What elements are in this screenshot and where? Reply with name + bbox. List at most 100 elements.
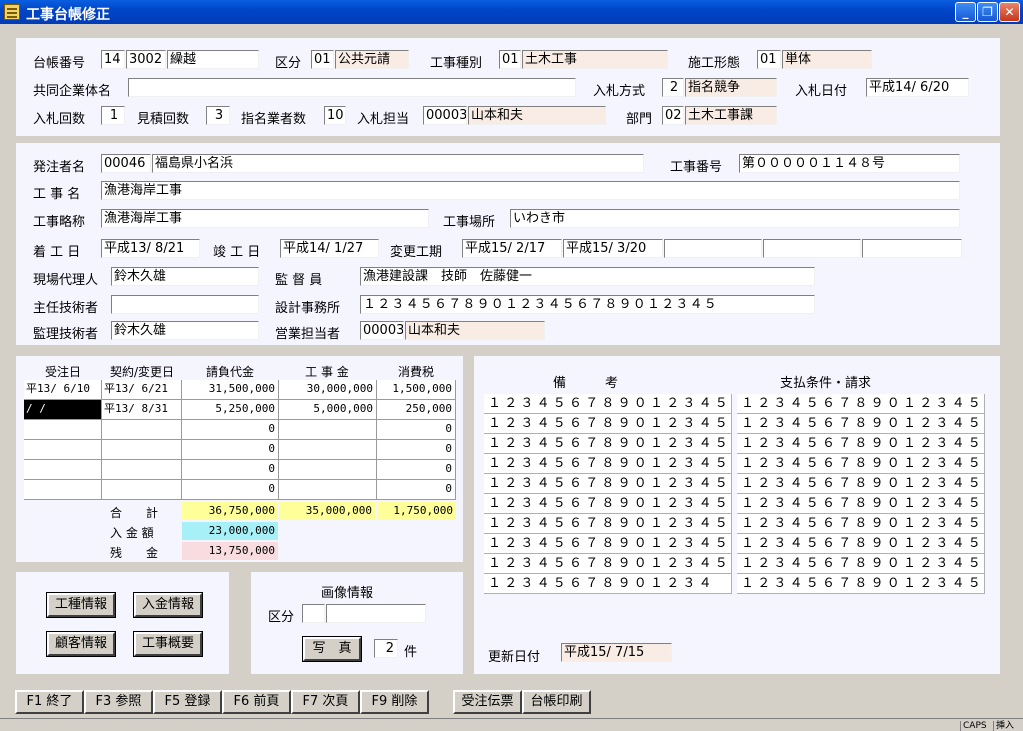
tax-cell[interactable]: 1,500,000 — [377, 380, 456, 400]
f1-exit-button[interactable]: F1 終了 — [15, 690, 84, 714]
nyusatsu-kaisu-field[interactable]: 1 — [101, 106, 125, 125]
nyusatsu-date-field[interactable]: 平成14/ 6/20 — [866, 78, 969, 97]
shiharai-line[interactable]: １２３４５６７８９０１２３４５ — [737, 474, 985, 494]
f5-register-button[interactable]: F5 登録 — [153, 690, 222, 714]
biko-line[interactable]: １２３４５６７８９０１２３４５ — [484, 534, 732, 554]
koji-no-field[interactable]: 第０００００１１４８号 — [739, 154, 960, 173]
tanto-code-field[interactable]: 00003 — [423, 106, 467, 125]
image-kubun-name-field[interactable] — [326, 604, 426, 623]
keiyaku-date-cell[interactable]: 平13/ 8/31 — [102, 400, 182, 420]
juchu-date-cell[interactable] — [24, 460, 102, 480]
shiharai-line[interactable]: １２３４５６７８９０１２３４５ — [737, 574, 985, 594]
daicho-no2-field[interactable]: 3002 — [126, 50, 166, 69]
eigyo-code-field[interactable]: 00003 — [360, 321, 404, 340]
ukeoi-cell[interactable]: 0 — [182, 460, 279, 480]
nyukin-info-button[interactable]: 入金情報 — [134, 593, 202, 617]
ukeoi-cell[interactable]: 31,500,000 — [182, 380, 279, 400]
daicho-name-field[interactable]: 繰越 — [167, 50, 259, 69]
juchu-date-cell[interactable] — [24, 480, 102, 500]
sekou-code-field[interactable]: 01 — [757, 50, 781, 69]
shiharai-line[interactable]: １２３４５６７８９０１２３４５ — [737, 514, 985, 534]
henko1-field[interactable]: 平成15/ 2/17 — [462, 239, 562, 258]
juchu-date-cell[interactable]: 平13/ 6/10 — [24, 380, 102, 400]
shiharai-line[interactable]: １２３４５６７８９０１２３４５ — [737, 554, 985, 574]
hacchu-code-field[interactable]: 00046 — [101, 154, 151, 173]
ryaku-field[interactable]: 漁港海岸工事 — [101, 209, 429, 228]
biko-line[interactable]: １２３４５６７８９０１２３４５ — [484, 394, 732, 414]
daicho-print-button[interactable]: 台帳印刷 — [522, 690, 591, 714]
henko3-field[interactable] — [664, 239, 762, 258]
shunko-field[interactable]: 平成14/ 1/27 — [280, 239, 379, 258]
keiyaku-date-cell[interactable]: 平13/ 6/21 — [102, 380, 182, 400]
daicho-no1-field[interactable]: 14 — [101, 50, 125, 69]
juchu-denpyo-button[interactable]: 受注伝票 — [453, 690, 522, 714]
shunin-field[interactable] — [111, 295, 259, 314]
ukeoi-cell[interactable]: 0 — [182, 480, 279, 500]
ukeoi-cell[interactable]: 5,250,000 — [182, 400, 279, 420]
koji-cell[interactable]: 5,000,000 — [279, 400, 377, 420]
ukeoi-cell[interactable]: 0 — [182, 440, 279, 460]
biko-line[interactable]: １２３４５６７８９０１２３４５ — [484, 514, 732, 534]
biko-line[interactable]: １２３４５６７８９０１２３４５ — [484, 434, 732, 454]
shiharai-line[interactable]: １２３４５６７８９０１２３４５ — [737, 534, 985, 554]
genba-field[interactable]: 鈴木久雄 — [111, 267, 259, 286]
kubun-code-field[interactable]: 01 — [311, 50, 334, 69]
kokyaku-info-button[interactable]: 顧客情報 — [47, 632, 115, 656]
keiyaku-date-cell[interactable] — [102, 480, 182, 500]
ukeoi-cell[interactable]: 0 — [182, 420, 279, 440]
gaiyo-button[interactable]: 工事概要 — [134, 632, 202, 656]
biko-line[interactable]: １２３４５６７８９０１２３４５ — [484, 494, 732, 514]
f7-next-button[interactable]: F7 次頁 — [291, 690, 360, 714]
tax-cell[interactable]: 0 — [377, 480, 456, 500]
chakko-field[interactable]: 平成13/ 8/21 — [101, 239, 200, 258]
shiharai-line[interactable]: １２３４５６７８９０１２３４５ — [737, 434, 985, 454]
bumon-code-field[interactable]: 02 — [662, 106, 684, 125]
keiyaku-date-cell[interactable] — [102, 440, 182, 460]
henko2-field[interactable]: 平成15/ 3/20 — [563, 239, 663, 258]
koji-cell[interactable] — [279, 480, 377, 500]
koji-mei-field[interactable]: 漁港海岸工事 — [101, 181, 960, 200]
shiharai-line[interactable]: １２３４５６７８９０１２３４５ — [737, 494, 985, 514]
f9-delete-button[interactable]: F9 削除 — [360, 690, 429, 714]
henko5-field[interactable] — [862, 239, 962, 258]
sekkei-field[interactable]: １２３４５６７８９０１２３４５６７８９０１２３４５ — [360, 295, 815, 314]
hacchu-name-field[interactable]: 福島県小名浜 — [152, 154, 644, 173]
koshu-info-button[interactable]: 工種情報 — [47, 593, 115, 617]
biko-line[interactable]: １２３４５６７８９０１２３４５ — [484, 414, 732, 434]
koji-cell[interactable] — [279, 420, 377, 440]
tax-cell[interactable]: 0 — [377, 440, 456, 460]
shimei-field[interactable]: 10 — [324, 106, 346, 125]
keiyaku-date-cell[interactable] — [102, 420, 182, 440]
mitsumori-field[interactable]: 3 — [206, 106, 230, 125]
koji-cell[interactable] — [279, 460, 377, 480]
biko-line[interactable]: １２３４５６７８９０１２３４５ — [484, 554, 732, 574]
henko4-field[interactable] — [763, 239, 861, 258]
koji-shubetsu-code-field[interactable]: 01 — [499, 50, 521, 69]
minimize-button[interactable]: _ — [955, 2, 976, 22]
juchu-date-cell[interactable]: / / — [24, 400, 102, 420]
biko-line[interactable]: １２３４５６７８９０１２３４５ — [484, 474, 732, 494]
biko-line[interactable]: １２３４５６７８９０１２３４ — [484, 574, 732, 594]
kyodo-field[interactable] — [128, 78, 576, 97]
maximize-button[interactable]: ❐ — [977, 2, 998, 22]
photo-button[interactable]: 写 真 — [303, 637, 361, 661]
keiyaku-date-cell[interactable] — [102, 460, 182, 480]
shiharai-line[interactable]: １２３４５６７８９０１２３４５ — [737, 414, 985, 434]
tax-cell[interactable]: 250,000 — [377, 400, 456, 420]
koji-cell[interactable]: 30,000,000 — [279, 380, 377, 400]
nyusatsu-hoshiki-code-field[interactable]: 2 — [662, 78, 684, 97]
f3-lookup-button[interactable]: F3 参照 — [84, 690, 153, 714]
f6-prev-button[interactable]: F6 前頁 — [222, 690, 291, 714]
juchu-date-cell[interactable] — [24, 440, 102, 460]
shiharai-line[interactable]: １２３４５６７８９０１２３４５ — [737, 394, 985, 414]
basho-field[interactable]: いわき市 — [510, 209, 960, 228]
kanri-field[interactable]: 鈴木久雄 — [111, 321, 259, 340]
close-button[interactable]: ✕ — [999, 2, 1020, 22]
image-kubun-code-field[interactable] — [302, 604, 325, 623]
juchu-date-cell[interactable] — [24, 420, 102, 440]
shiharai-line[interactable]: １２３４５６７８９０１２３４５ — [737, 454, 985, 474]
tax-cell[interactable]: 0 — [377, 460, 456, 480]
biko-line[interactable]: １２３４５６７８９０１２３４５ — [484, 454, 732, 474]
tax-cell[interactable]: 0 — [377, 420, 456, 440]
kantoku-field[interactable]: 漁港建設課 技師 佐藤健一 — [360, 267, 815, 286]
